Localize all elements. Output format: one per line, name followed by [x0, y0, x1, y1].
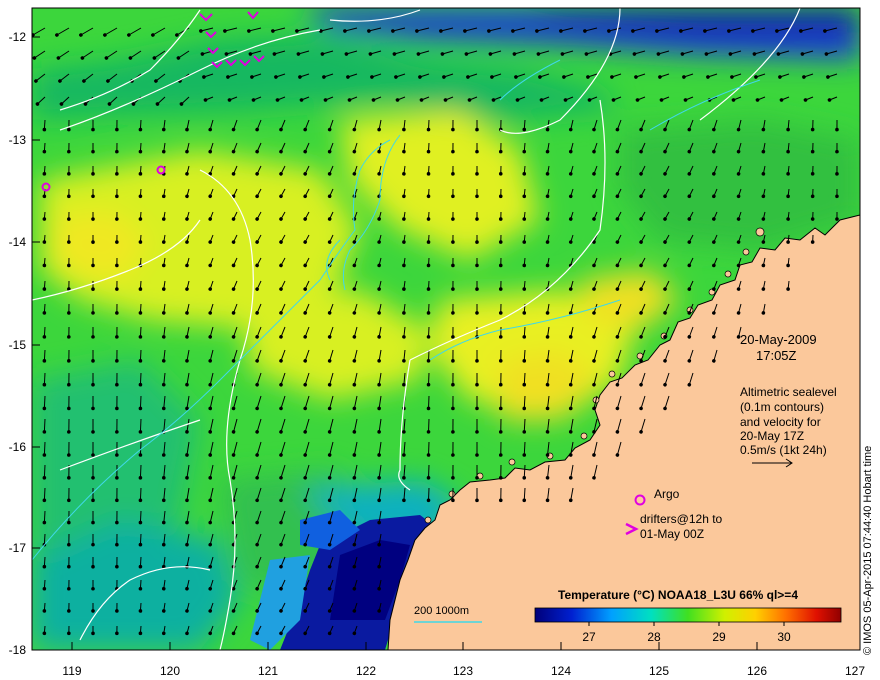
- velocity-arrow: [138, 303, 143, 315]
- lat-tick-label: -12: [8, 30, 26, 44]
- credit-text: © IMOS 05-Apr-2015 07:44:40 Hobart time: [862, 445, 874, 655]
- lon-tick-label: 126: [746, 664, 768, 678]
- colorbar-title: Temperature (°C) NOAA18_L3U 66% ql>=4: [558, 588, 798, 602]
- argo-legend-label: Argo: [654, 487, 680, 501]
- velocity-arrow: [138, 372, 143, 387]
- lon-tick-label: 121: [257, 664, 279, 678]
- lat-tick-label: -15: [8, 338, 26, 352]
- velocity-arrow: [138, 418, 143, 434]
- velocity-arrow: [42, 602, 47, 613]
- velocity-arrow: [138, 119, 143, 132]
- lon-tick-label: 125: [648, 664, 670, 678]
- lat-tick-label: -14: [8, 235, 26, 249]
- colorbar-tick: 29: [712, 630, 726, 644]
- drifters-legend-date: 01-May 00Z: [640, 527, 705, 541]
- velocity-arrow: [138, 165, 143, 176]
- lat-tick-label: -16: [8, 440, 26, 454]
- colorbar-tick: 30: [777, 630, 791, 644]
- info-line: 0.5m/s (1kt 24h): [740, 443, 827, 457]
- info-line: 20-May 17Z: [740, 429, 805, 443]
- lon-tick-label: 123: [452, 664, 474, 678]
- velocity-arrow: [42, 625, 47, 636]
- velocity-arrow: [138, 556, 143, 569]
- velocity-arrow: [42, 533, 47, 547]
- velocity-arrow: [138, 395, 143, 411]
- velocity-arrow: [42, 464, 47, 480]
- velocity-arrow: [42, 142, 47, 154]
- lon-tick-label: 124: [550, 664, 572, 678]
- velocity-arrow: [42, 441, 47, 457]
- velocity-arrow: [42, 165, 47, 176]
- velocity-arrow: [138, 441, 143, 457]
- velocity-arrow: [138, 579, 143, 591]
- velocity-arrow: [138, 533, 143, 547]
- sst-field: [32, 8, 860, 650]
- velocity-arrow: [138, 602, 143, 613]
- velocity-arrow: [42, 303, 47, 315]
- lon-tick-label: 127: [844, 664, 866, 678]
- velocity-arrow: [138, 234, 143, 244]
- velocity-arrow: [42, 234, 47, 244]
- velocity-arrow: [42, 326, 47, 339]
- velocity-arrow: [42, 280, 47, 291]
- velocity-arrow: [138, 188, 143, 199]
- colorbar-tick: 28: [647, 630, 661, 644]
- velocity-arrow: [42, 487, 47, 503]
- velocity-arrow: [42, 257, 47, 268]
- velocity-arrow: [42, 119, 47, 132]
- lat-tick-label: -18: [8, 643, 26, 657]
- velocity-arrow: [42, 349, 47, 363]
- drifters-legend-label: drifters@12h to: [640, 512, 723, 526]
- lon-tick-label: 122: [355, 664, 377, 678]
- velocity-arrow: [138, 280, 143, 291]
- lon-tick-label: 120: [159, 664, 181, 678]
- velocity-arrow: [138, 257, 143, 268]
- velocity-arrow: [42, 579, 47, 591]
- colorbar-tick: 27: [582, 630, 596, 644]
- velocity-arrow: [138, 211, 143, 221]
- velocity-arrow: [138, 464, 143, 480]
- velocity-arrow: [138, 349, 143, 363]
- lat-tick-label: -13: [8, 133, 26, 147]
- lat-tick-label: -17: [8, 541, 26, 555]
- velocity-arrow: [138, 142, 143, 154]
- velocity-arrow: [42, 395, 47, 411]
- velocity-arrow: [138, 510, 143, 525]
- velocity-arrow: [42, 510, 47, 525]
- velocity-arrow: [138, 487, 143, 503]
- velocity-arrow: [138, 326, 143, 339]
- velocity-arrow: [42, 372, 47, 387]
- map-time: 17:05Z: [756, 348, 797, 363]
- info-line: Altimetric sealevel: [740, 385, 837, 399]
- info-line: (0.1m contours): [740, 400, 825, 414]
- velocity-arrow: [138, 625, 143, 636]
- bathymetry-legend-label: 200 1000m: [414, 605, 470, 617]
- velocity-arrow: [42, 418, 47, 434]
- lon-tick-label: 119: [62, 664, 82, 678]
- velocity-arrow: [42, 556, 47, 569]
- velocity-arrow: [42, 211, 47, 221]
- map-date: 20-May-2009: [740, 332, 817, 347]
- info-line: and velocity for: [740, 415, 821, 429]
